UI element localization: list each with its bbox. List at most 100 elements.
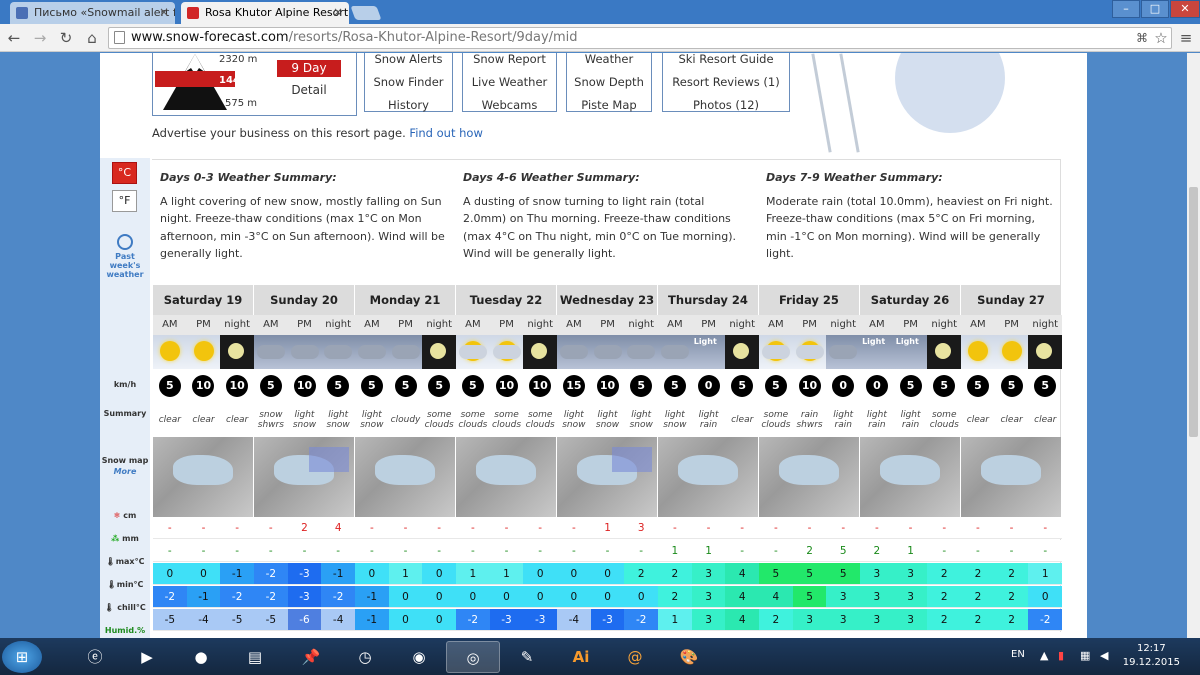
min-c-cell: -3 xyxy=(287,586,322,608)
fahrenheit-button[interactable]: °F xyxy=(112,190,137,212)
weather-summary-text: light snow xyxy=(663,410,687,430)
new-tab-button[interactable] xyxy=(350,6,382,20)
minimize-button[interactable]: – xyxy=(1112,0,1140,18)
bookmark-star-icon[interactable]: ☆ xyxy=(1151,28,1171,48)
detail-tab[interactable]: Detail xyxy=(277,83,341,97)
snow-depth-link[interactable]: Snow Depth xyxy=(567,71,651,94)
network-icon[interactable]: ▦ xyxy=(1080,649,1090,662)
min-c-cell: 0 xyxy=(489,586,524,608)
scrollbar-thumb[interactable] xyxy=(1189,187,1198,437)
chrome-icon[interactable]: ◎ xyxy=(446,641,500,673)
chill-c-cell: -3 xyxy=(590,609,625,631)
internet-explorer-icon[interactable]: ⓔ xyxy=(68,641,122,673)
tray-arrow-icon[interactable]: ▲ xyxy=(1040,649,1048,662)
thermometer-icon: 🌡 xyxy=(104,603,118,612)
close-window-button[interactable]: ✕ xyxy=(1170,0,1200,18)
maximize-button[interactable]: □ xyxy=(1141,0,1169,18)
weather-icon: Light xyxy=(691,335,726,369)
moon-icon xyxy=(725,335,760,369)
vertical-scrollbar[interactable] xyxy=(1187,53,1200,638)
weather-summary-text: light rain xyxy=(900,410,921,430)
clock-icon[interactable] xyxy=(117,234,133,250)
max-c-cell: -3 xyxy=(287,563,322,585)
celsius-button[interactable]: °C xyxy=(112,162,137,184)
snow-cm-cell: - xyxy=(927,517,962,539)
elevation-top[interactable]: 2320 m xyxy=(219,54,257,65)
system-clock[interactable]: 12:17 19.12.2015 xyxy=(1123,642,1180,670)
snow-map-more-link[interactable]: More xyxy=(100,467,150,476)
snow-map-thumbnail[interactable] xyxy=(456,437,557,517)
language-indicator[interactable]: EN xyxy=(1011,649,1025,660)
snow-finder-link[interactable]: Snow Finder xyxy=(365,71,452,94)
moon-icon xyxy=(927,335,962,369)
paint-icon[interactable]: 🎨 xyxy=(662,641,716,673)
address-bar[interactable]: www.snow-forecast.com/resorts/Rosa-Khuto… xyxy=(108,27,1172,49)
elevation-mid[interactable]: 1448 m xyxy=(219,75,261,86)
start-button[interactable]: ⊞ xyxy=(2,641,42,673)
rain-mm-row-label: ⁂ mm xyxy=(100,534,150,543)
wind-arrow-icon: 5 xyxy=(321,372,355,400)
media-player-icon[interactable]: ▶ xyxy=(120,641,174,673)
menu-icon[interactable]: ≡ xyxy=(1176,28,1196,48)
weather-icon xyxy=(388,335,423,369)
tab-snow-forecast[interactable]: Rosa Khutor Alpine Resort × xyxy=(181,2,349,24)
photos-link[interactable]: Photos (12) xyxy=(663,94,789,117)
rain-mm-cell: 1 xyxy=(658,540,692,562)
snow-map-thumbnail[interactable] xyxy=(860,437,961,517)
history-link[interactable]: History xyxy=(365,94,452,117)
wind-speed: 0 xyxy=(865,375,888,397)
snow-map-thumbnail[interactable] xyxy=(961,437,1062,517)
ski-resort-guide-link[interactable]: Ski Resort Guide xyxy=(663,53,789,71)
close-tab-icon[interactable]: × xyxy=(333,5,343,19)
pin-app-icon[interactable]: 📌 xyxy=(284,641,338,673)
snow-alerts-link[interactable]: Snow Alerts xyxy=(365,53,452,71)
translate-icon[interactable]: ⌘ xyxy=(1132,28,1152,48)
wind-speed: 0 xyxy=(832,375,855,397)
past-weeks-weather-link[interactable]: Past week's weather xyxy=(100,252,150,279)
find-out-how-link[interactable]: Find out how xyxy=(409,126,482,140)
piste-map-link[interactable]: Piste Map xyxy=(567,94,651,117)
forward-button[interactable]: → xyxy=(30,28,50,48)
snow-map-thumbnail[interactable] xyxy=(254,437,355,517)
rain-mm-cell: - xyxy=(725,540,760,562)
elevation-bottom[interactable]: 575 m xyxy=(225,98,257,109)
user-app-icon[interactable]: ● xyxy=(174,641,228,673)
firefox-icon[interactable]: ◉ xyxy=(392,641,446,673)
snow-map-thumbnail[interactable] xyxy=(658,437,759,517)
illustrator-icon[interactable]: Ai xyxy=(554,641,608,673)
snow-cm-cell: - xyxy=(658,517,692,539)
chill-c-cell: -2 xyxy=(1028,609,1063,631)
snow-map-thumbnail[interactable] xyxy=(557,437,658,517)
snow-map-thumbnail[interactable] xyxy=(759,437,860,517)
summary-days-0-3: Days 0-3 Weather Summary: A light coveri… xyxy=(152,161,455,281)
snow-report-link[interactable]: Snow Report xyxy=(463,53,556,71)
wind-speed: 5 xyxy=(461,375,484,397)
volume-icon[interactable]: ◀ xyxy=(1100,649,1108,662)
weather-link[interactable]: Weather xyxy=(567,53,651,71)
wind-arrow-icon: 10 xyxy=(591,372,625,400)
live-weather-link[interactable]: Live Weather xyxy=(463,71,556,94)
home-button[interactable]: ⌂ xyxy=(82,28,102,48)
file-explorer-icon[interactable]: ▤ xyxy=(228,641,282,673)
weather-icon xyxy=(254,335,288,369)
resort-reviews-link[interactable]: Resort Reviews (1) xyxy=(663,71,789,94)
weather-summary-text: clear xyxy=(1034,415,1057,425)
reload-button[interactable]: ↻ xyxy=(56,28,76,48)
clock-app-icon[interactable]: ◷ xyxy=(338,641,392,673)
max-c-cell: 4 xyxy=(725,563,760,585)
chill-c-cell: -2 xyxy=(624,609,659,631)
min-c-cell: 3 xyxy=(860,586,894,608)
mail-app-icon[interactable]: @ xyxy=(608,641,662,673)
wind-arrow-icon: 0 xyxy=(826,372,860,400)
snow-map-thumbnail[interactable] xyxy=(153,437,254,517)
network-error-icon[interactable]: ▮ xyxy=(1058,649,1064,662)
coreldraw-icon[interactable]: ✎ xyxy=(500,641,554,673)
back-button[interactable]: ← xyxy=(4,28,24,48)
nine-day-tab[interactable]: 9 Day xyxy=(277,60,341,77)
snow-map-thumbnail[interactable] xyxy=(355,437,456,517)
tab-mail[interactable]: Письмо «Snowmail alert f × xyxy=(10,2,175,24)
weather-summary-text: light snow xyxy=(629,410,653,430)
min-c-cell: 0 xyxy=(1028,586,1063,608)
webcams-link[interactable]: Webcams xyxy=(463,94,556,117)
close-tab-icon[interactable]: × xyxy=(159,5,169,19)
